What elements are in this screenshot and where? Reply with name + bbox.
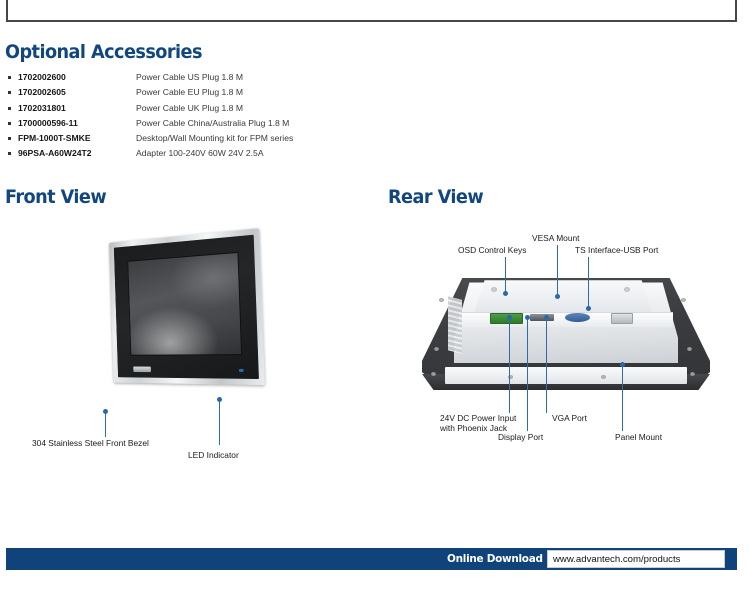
section-heading-rear-view: Rear View xyxy=(388,186,483,208)
list-item: 1702031801 Power Cable UK Plug 1.8 M xyxy=(6,101,426,116)
rear-top-cover xyxy=(474,280,653,314)
callout-label-usb: TS Interface-USB Port xyxy=(575,245,658,255)
accessory-description: Adapter 100-240V 60W 24V 2.5A xyxy=(136,146,264,161)
callout-line-panel xyxy=(622,365,623,431)
bullet-icon xyxy=(8,152,11,155)
front-monitor-illustration xyxy=(109,228,265,385)
accessory-description: Power Cable US Plug 1.8 M xyxy=(136,70,243,85)
callout-label-power-line2: with Phoenix Jack xyxy=(440,423,507,433)
callout-line-vga xyxy=(546,318,547,413)
callout-line-led xyxy=(219,400,220,445)
section-heading-front-view: Front View xyxy=(5,186,106,208)
bullet-icon xyxy=(8,76,11,79)
online-download-url-box[interactable]: www.advantech.com/products xyxy=(547,550,725,568)
callout-line-dp xyxy=(527,318,528,431)
callout-label-vga: VGA Port xyxy=(552,413,587,423)
callout-line-osd xyxy=(505,257,506,292)
list-item: 96PSA-A60W24T2 Adapter 100-240V 60W 24V … xyxy=(6,146,426,161)
accessory-description: Power Cable China/Australia Plug 1.8 M xyxy=(136,116,289,131)
front-view-diagram: 304 Stainless Steel Front Bezel LED Indi… xyxy=(0,210,380,460)
callout-dot-usb xyxy=(586,306,591,311)
list-item: 1702002600 Power Cable US Plug 1.8 M xyxy=(6,70,426,85)
callout-line-power xyxy=(509,318,510,413)
rear-bottom-panel xyxy=(445,367,687,385)
rear-view-diagram: OSD Control Keys VESA Mount TS Interface… xyxy=(380,210,750,460)
list-item: 1700000596-11 Power Cable China/Australi… xyxy=(6,116,426,131)
accessory-sku: 1702002605 xyxy=(18,85,66,100)
bullet-icon xyxy=(8,122,11,125)
rear-device-illustration xyxy=(422,278,710,390)
bullet-icon xyxy=(8,91,11,94)
bullet-icon xyxy=(8,107,11,110)
list-item: FPM-1000T-SMKE Desktop/Wall Mounting kit… xyxy=(6,131,426,146)
mounting-screw xyxy=(431,372,436,376)
vga-connector xyxy=(565,313,591,321)
bullet-icon xyxy=(8,137,11,140)
callout-line-bezel xyxy=(105,412,106,437)
footer-bar: Online Download www.advantech.com/produc… xyxy=(6,548,737,570)
accessory-description: Power Cable UK Plug 1.8 M xyxy=(136,101,243,116)
optional-accessories-list: 1702002600 Power Cable US Plug 1.8 M 170… xyxy=(6,70,426,162)
accessory-description: Desktop/Wall Mounting kit for FPM series xyxy=(136,131,293,146)
displayport-connector xyxy=(530,314,554,321)
section-heading-optional-accessories: Optional Accessories xyxy=(5,41,202,63)
online-download-url[interactable]: www.advantech.com/products xyxy=(553,554,680,565)
accessory-sku: 1700000596-11 xyxy=(18,116,78,131)
mounting-screw xyxy=(681,298,686,302)
accessory-sku: 1702002600 xyxy=(18,70,66,85)
led-indicator-lamp xyxy=(239,369,244,372)
osd-control-keys[interactable] xyxy=(448,296,462,353)
mounting-screw xyxy=(439,298,444,302)
vesa-mount-hole xyxy=(624,287,630,292)
callout-label-vesa: VESA Mount xyxy=(532,233,580,243)
callout-line-vesa xyxy=(557,245,558,295)
callout-dot-osd xyxy=(503,291,508,296)
usb-connector xyxy=(611,313,633,324)
callout-dot-vesa xyxy=(555,294,560,299)
mounting-screw xyxy=(690,372,695,376)
callout-line-usb xyxy=(588,257,589,307)
list-item: 1702002605 Power Cable EU Plug 1.8 M xyxy=(6,85,426,100)
callout-label-led: LED Indicator xyxy=(188,450,239,460)
accessory-description: Power Cable EU Plug 1.8 M xyxy=(136,85,243,100)
callout-label-bezel: 304 Stainless Steel Front Bezel xyxy=(32,438,149,448)
callout-label-dp: Display Port xyxy=(498,432,543,442)
online-download-label: Online Download xyxy=(447,552,543,565)
accessory-sku: 1702031801 xyxy=(18,101,66,116)
callout-label-panel: Panel Mount xyxy=(615,432,662,442)
accessory-sku: 96PSA-A60W24T2 xyxy=(18,146,92,161)
accessory-sku: FPM-1000T-SMKE xyxy=(18,131,91,146)
callout-label-power-line1: 24V DC Power Input xyxy=(440,413,516,423)
panel-cutout-spec-box: Panel Cutout Dimensions: 356 x 277 mm (1… xyxy=(6,0,737,22)
black-inner-frame xyxy=(114,235,259,379)
display-screen xyxy=(127,252,242,356)
brand-logo xyxy=(133,367,151,373)
callout-label-osd: OSD Control Keys xyxy=(458,245,526,255)
